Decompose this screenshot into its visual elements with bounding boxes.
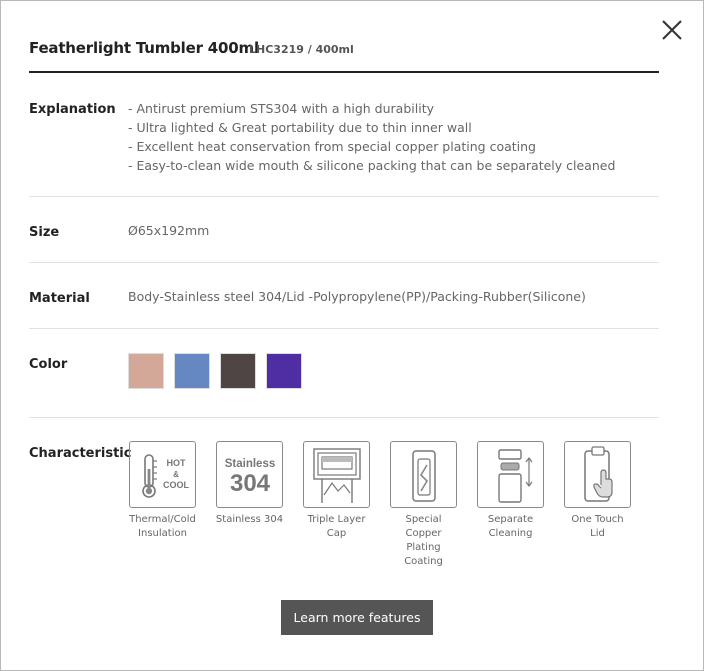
feature-label: Special Copper Plating Coating xyxy=(404,514,443,567)
color-swatches xyxy=(128,353,302,389)
svg-text:Stainless: Stainless xyxy=(224,458,275,470)
one-touch-lid-icon xyxy=(564,441,631,508)
feature-label: Thermal/Cold Insulation xyxy=(129,514,196,539)
explanation-section: Explanation - Antirust premium STS304 wi… xyxy=(29,99,659,197)
color-section: Color xyxy=(29,329,659,418)
feature-list: HOT & COOL Thermal/Cold Insulation Stain… xyxy=(128,441,650,569)
explanation-item: - Antirust premium STS304 with a high du… xyxy=(128,101,434,116)
svg-text:&: & xyxy=(173,470,179,479)
product-model: LHC3219 / 400ml xyxy=(249,43,354,56)
triple-layer-cap-icon xyxy=(303,441,370,508)
explanation-item: - Excellent heat conservation from speci… xyxy=(128,139,536,154)
size-label: Size xyxy=(29,225,60,240)
stainless-304-icon: Stainless 304 xyxy=(216,441,283,508)
characteristic-section: Characteristic HOT & COOL Thermal/Cold I… xyxy=(29,418,659,567)
explanation-list: - Antirust premium STS304 with a high du… xyxy=(128,99,615,175)
svg-text:304: 304 xyxy=(229,470,270,497)
feature-label: Stainless 304 xyxy=(215,514,284,525)
material-label: Material xyxy=(29,291,90,306)
characteristic-label: Characteristic xyxy=(29,446,132,461)
product-header: Featherlight Tumbler 400ml LHC3219 / 400… xyxy=(29,37,659,73)
feature-label: Triple Layer Cap xyxy=(307,514,366,539)
size-value: Ø65x192mm xyxy=(128,223,210,238)
feature-item: Special Copper Plating Coating xyxy=(389,441,476,569)
color-swatch-brown[interactable] xyxy=(220,353,256,389)
explanation-label: Explanation xyxy=(29,102,116,117)
close-button[interactable] xyxy=(660,18,684,42)
feature-item: Stainless 304 Stainless 304 xyxy=(215,441,302,569)
explanation-item: - Ultra lighted & Great portability due … xyxy=(128,120,472,135)
svg-text:HOT: HOT xyxy=(166,458,186,468)
color-swatch-rose[interactable] xyxy=(128,353,164,389)
material-value: Body-Stainless steel 304/Lid -Polypropyl… xyxy=(128,289,586,304)
explanation-item: - Easy-to-clean wide mouth & silicone pa… xyxy=(128,158,616,173)
size-section: Size Ø65x192mm xyxy=(29,197,659,263)
feature-item: HOT & COOL Thermal/Cold Insulation xyxy=(128,441,215,569)
material-section: Material Body-Stainless steel 304/Lid -P… xyxy=(29,263,659,329)
feature-item: Separate Cleaning xyxy=(476,441,563,569)
color-swatch-blue[interactable] xyxy=(174,353,210,389)
thermometer-icon: HOT & COOL xyxy=(129,441,196,508)
svg-text:COOL: COOL xyxy=(163,480,190,490)
feature-item: One Touch Lid xyxy=(563,441,650,569)
learn-more-button[interactable]: Learn more features xyxy=(281,600,433,635)
separate-cleaning-icon xyxy=(477,441,544,508)
color-label: Color xyxy=(29,357,68,372)
color-swatch-purple[interactable] xyxy=(266,353,302,389)
product-title: Featherlight Tumbler 400ml xyxy=(29,39,259,57)
feature-label: Separate Cleaning xyxy=(487,514,534,539)
feature-label: One Touch Lid xyxy=(571,514,624,539)
close-icon xyxy=(662,20,682,40)
copper-plating-icon xyxy=(390,441,457,508)
feature-item: Triple Layer Cap xyxy=(302,441,389,569)
product-detail-popup: Featherlight Tumbler 400ml LHC3219 / 400… xyxy=(0,0,704,671)
